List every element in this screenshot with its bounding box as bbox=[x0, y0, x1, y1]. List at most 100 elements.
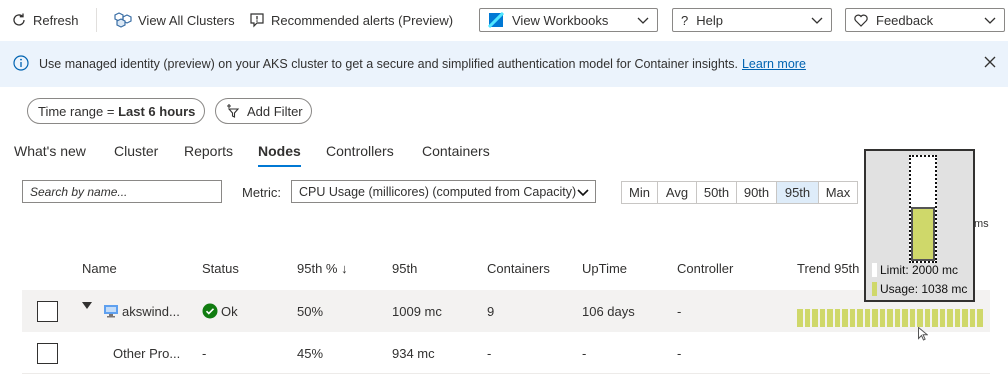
trend-bar bbox=[887, 309, 893, 327]
toolbar: Refresh View All Clusters Recommended al… bbox=[0, 0, 1008, 40]
time-range-pill[interactable]: Time range = Last 6 hours bbox=[27, 98, 205, 124]
metric-value: 934 mc bbox=[392, 346, 435, 361]
metric-label: Metric: bbox=[242, 185, 281, 200]
status-ok-icon bbox=[202, 303, 218, 319]
trend-bar bbox=[797, 309, 803, 327]
trend-bar bbox=[947, 309, 953, 327]
view-all-clusters-button[interactable]: View All Clusters bbox=[114, 8, 235, 32]
view-workbooks-label: View Workbooks bbox=[512, 12, 609, 28]
tab-nodes[interactable]: Nodes bbox=[258, 143, 301, 167]
row-checkbox[interactable] bbox=[37, 301, 58, 322]
agg-min-button[interactable]: Min bbox=[621, 181, 658, 204]
feedback-dropdown[interactable]: Feedback bbox=[845, 8, 1005, 32]
info-banner: Use managed identity (preview) on your A… bbox=[0, 41, 1008, 87]
table-row[interactable]: Other Pro... - 45% 934 mc - - - bbox=[22, 332, 990, 374]
containers-count: 9 bbox=[487, 304, 495, 319]
help-label: Help bbox=[696, 12, 723, 28]
help-icon: ? bbox=[681, 12, 689, 28]
col-header-controller[interactable]: Controller bbox=[677, 261, 733, 276]
trend-bar bbox=[969, 309, 975, 327]
containers-count: - bbox=[487, 346, 492, 361]
add-filter-icon bbox=[226, 104, 242, 118]
mouse-cursor-icon bbox=[918, 326, 929, 344]
alert-icon bbox=[249, 12, 265, 28]
chevron-down-icon bbox=[811, 14, 823, 29]
trend-bar bbox=[819, 309, 825, 327]
limit-swatch bbox=[872, 263, 877, 277]
trend-sparkline[interactable] bbox=[797, 309, 983, 327]
agg-95th-button[interactable]: 95th bbox=[776, 181, 819, 204]
trend-bar bbox=[842, 309, 848, 327]
agg-max-button[interactable]: Max bbox=[818, 181, 858, 204]
row-checkbox[interactable] bbox=[37, 343, 58, 364]
controller-value: - bbox=[677, 346, 682, 361]
metric-select[interactable]: CPU Usage (millicores) (computed from Ca… bbox=[291, 180, 596, 203]
recommended-alerts-label: Recommended alerts (Preview) bbox=[271, 12, 454, 28]
col-header-95th[interactable]: 95th bbox=[392, 261, 417, 276]
trend-bar bbox=[834, 309, 840, 327]
limit-line: Limit: 2000 mc bbox=[872, 263, 958, 277]
refresh-label: Refresh bbox=[33, 12, 79, 28]
agg-avg-button[interactable]: Avg bbox=[657, 181, 697, 204]
trend-bar bbox=[827, 309, 833, 327]
trend-bar bbox=[879, 309, 885, 327]
trend-bar bbox=[977, 309, 983, 327]
collapse-caret-icon[interactable] bbox=[82, 302, 92, 310]
pct-value: 45% bbox=[297, 346, 324, 361]
uptime-value: 106 days bbox=[582, 304, 635, 319]
trend-bar bbox=[804, 309, 810, 327]
limit-bar bbox=[909, 155, 937, 263]
tab-cluster[interactable]: Cluster bbox=[114, 143, 158, 159]
refresh-button[interactable]: Refresh bbox=[11, 8, 79, 32]
col-header-status[interactable]: Status bbox=[202, 261, 239, 276]
chevron-down-icon bbox=[637, 14, 649, 29]
agg-50th-button[interactable]: 50th bbox=[696, 181, 737, 204]
trend-bar bbox=[954, 309, 960, 327]
help-dropdown[interactable]: ? Help bbox=[672, 8, 832, 32]
close-icon[interactable] bbox=[984, 56, 996, 68]
recommended-alerts-button[interactable]: Recommended alerts (Preview) bbox=[249, 8, 453, 32]
learn-more-link[interactable]: Learn more bbox=[742, 57, 806, 71]
time-range-label: Time range = bbox=[38, 103, 119, 119]
node-name[interactable]: akswind... bbox=[122, 304, 180, 319]
trend-bar bbox=[864, 309, 870, 327]
col-header-uptime[interactable]: UpTime bbox=[582, 261, 627, 276]
controller-value: - bbox=[677, 304, 682, 319]
info-icon bbox=[13, 55, 29, 71]
usage-text: Usage: 1038 mc bbox=[880, 282, 968, 296]
usage-tooltip: Limit: 2000 mc Usage: 1038 mc bbox=[864, 149, 975, 302]
time-range-value: Last 6 hours bbox=[118, 103, 196, 119]
col-header-trend[interactable]: Trend 95th bbox=[797, 261, 859, 276]
col-header-name[interactable]: Name bbox=[82, 261, 117, 276]
view-workbooks-dropdown[interactable]: View Workbooks bbox=[479, 8, 658, 32]
tab-controllers[interactable]: Controllers bbox=[326, 143, 394, 159]
col-header-95th-pct[interactable]: 95th % ↓ bbox=[297, 261, 348, 276]
add-filter-pill[interactable]: Add Filter bbox=[215, 98, 312, 124]
tab-reports[interactable]: Reports bbox=[184, 143, 233, 159]
pct-value: 50% bbox=[297, 304, 324, 319]
tab-containers[interactable]: Containers bbox=[422, 143, 490, 159]
col-header-containers[interactable]: Containers bbox=[487, 261, 550, 276]
refresh-icon bbox=[11, 12, 27, 28]
metric-value: 1009 mc bbox=[392, 304, 442, 319]
uptime-value: - bbox=[582, 346, 587, 361]
trend-bar bbox=[902, 309, 908, 327]
node-vm-icon bbox=[103, 304, 119, 318]
metric-value: CPU Usage (millicores) (computed from Ca… bbox=[299, 184, 577, 199]
status-text: Ok bbox=[221, 304, 238, 319]
node-name[interactable]: Other Pro... bbox=[113, 346, 180, 361]
banner-message: Use managed identity (preview) on your A… bbox=[39, 57, 806, 71]
tab-whats-new[interactable]: What's new bbox=[14, 143, 86, 159]
divider bbox=[96, 8, 97, 32]
trend-bar bbox=[917, 309, 923, 327]
view-all-clusters-label: View All Clusters bbox=[138, 12, 235, 28]
trend-bar bbox=[924, 309, 930, 327]
usage-swatch bbox=[872, 282, 877, 296]
heart-icon bbox=[854, 14, 868, 27]
add-filter-label: Add Filter bbox=[247, 103, 303, 119]
agg-90th-button[interactable]: 90th bbox=[736, 181, 777, 204]
feedback-label: Feedback bbox=[876, 12, 934, 28]
trend-bar bbox=[857, 309, 863, 327]
search-input[interactable] bbox=[22, 180, 222, 203]
trend-tail-label: ms bbox=[974, 218, 989, 230]
